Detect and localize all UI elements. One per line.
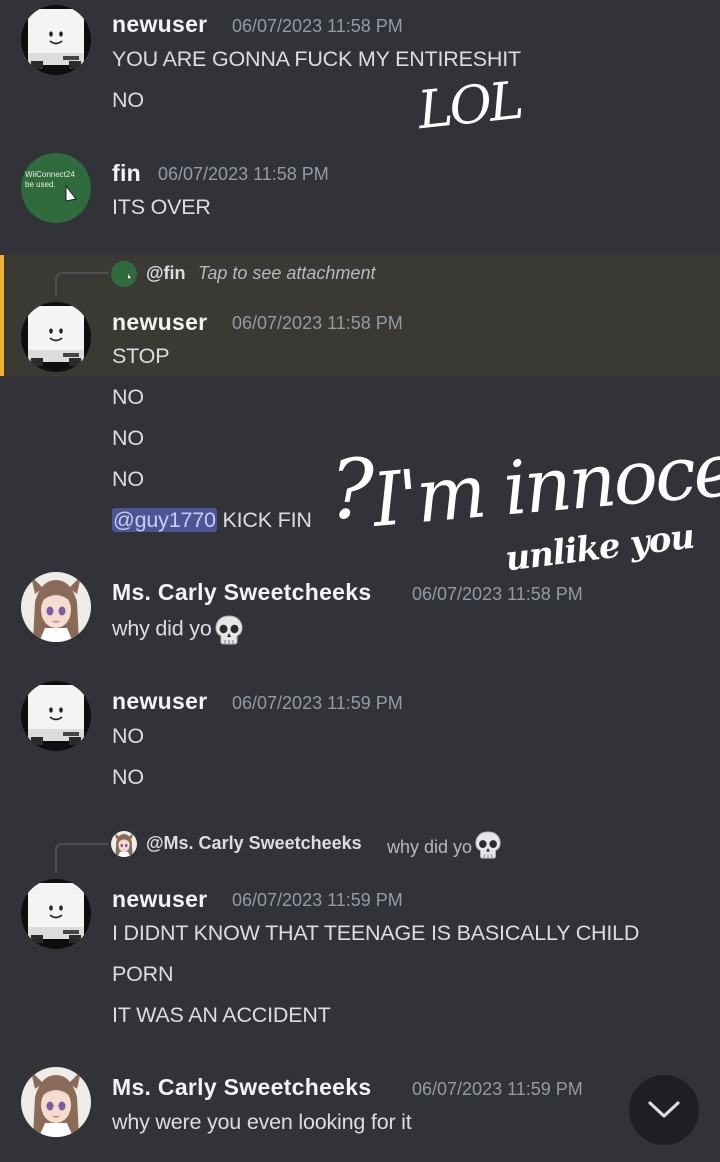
user-mention[interactable]: @guy1770 bbox=[112, 508, 217, 532]
author-name[interactable]: Ms. Carly Sweetcheeks bbox=[112, 1074, 371, 1101]
timestamp: 06/07/2023 11:58 PM bbox=[412, 584, 583, 604]
reply-author[interactable]: @fin bbox=[146, 263, 186, 284]
anime-girl-avatar-icon bbox=[21, 1067, 91, 1137]
message-text: STOP bbox=[112, 344, 170, 368]
author-name[interactable]: fin bbox=[112, 160, 141, 187]
message-text: I DIDNT KNOW THAT TEENAGE IS BASICALLY C… bbox=[112, 921, 640, 945]
handwritten-question-mark: ? bbox=[330, 443, 374, 538]
author-name[interactable]: newuser bbox=[112, 886, 207, 913]
avatar-caption: WiiConnect24 bbox=[25, 170, 75, 179]
reply-author[interactable]: @Ms. Carly Sweetcheeks bbox=[146, 833, 362, 854]
author-name[interactable]: newuser bbox=[112, 11, 207, 38]
message-text: NO bbox=[112, 426, 144, 450]
handwritten-lol: LOL bbox=[415, 70, 524, 142]
anime-girl-avatar-icon bbox=[111, 831, 137, 857]
avatar[interactable]: WiiConnect24 be used. bbox=[21, 153, 91, 223]
skull-emoji-icon bbox=[473, 830, 503, 860]
reply-attachment-link[interactable]: Tap to see attachment bbox=[198, 263, 375, 284]
message-text: PORN bbox=[112, 962, 174, 986]
timestamp: 06/07/2023 11:59 PM bbox=[412, 1079, 583, 1099]
roblox-noob-avatar-icon bbox=[21, 302, 91, 372]
author-name[interactable]: newuser bbox=[112, 688, 207, 715]
reply-connector bbox=[55, 272, 109, 296]
anime-girl-avatar-icon bbox=[21, 572, 91, 642]
skull-emoji-icon bbox=[213, 614, 245, 646]
reply-connector bbox=[55, 843, 109, 873]
avatar[interactable] bbox=[21, 1067, 91, 1137]
avatar[interactable] bbox=[21, 681, 91, 751]
roblox-noob-avatar-icon bbox=[21, 681, 91, 751]
timestamp: 06/07/2023 11:58 PM bbox=[158, 164, 329, 184]
reply-preview-text: why did yo bbox=[387, 836, 473, 857]
timestamp: 06/07/2023 11:59 PM bbox=[232, 693, 403, 713]
avatar[interactable] bbox=[21, 572, 91, 642]
message-text: IT WAS AN ACCIDENT bbox=[112, 1003, 331, 1027]
avatar[interactable] bbox=[21, 5, 91, 75]
message-text: why did yo bbox=[112, 614, 245, 646]
avatar-caption: be used. bbox=[25, 180, 56, 189]
message-text: NO bbox=[112, 724, 144, 748]
chevron-down-icon bbox=[648, 1101, 680, 1118]
message-text: why were you even looking for it bbox=[112, 1110, 412, 1134]
message-text-rest: KICK FIN bbox=[216, 508, 312, 532]
message-text-part: why did yo bbox=[112, 616, 212, 641]
message-text: ITS OVER bbox=[112, 195, 211, 219]
roblox-noob-avatar-icon bbox=[21, 879, 91, 949]
timestamp: 06/07/2023 11:58 PM bbox=[232, 16, 403, 36]
avatar[interactable] bbox=[21, 302, 91, 372]
reply-avatar[interactable] bbox=[111, 261, 137, 287]
message-text: @guy1770 KICK FIN bbox=[112, 508, 312, 533]
reply-avatar[interactable] bbox=[111, 831, 137, 857]
avatar[interactable] bbox=[21, 879, 91, 949]
roblox-noob-avatar-icon bbox=[21, 5, 91, 75]
message-text: NO bbox=[112, 765, 144, 789]
message-text: NO bbox=[112, 385, 144, 409]
message-text: NO bbox=[112, 467, 144, 491]
author-name[interactable]: newuser bbox=[112, 309, 207, 336]
jump-to-present-button[interactable] bbox=[629, 1075, 699, 1145]
message-text: YOU ARE GONNA FUCK MY ENTIRESHIT bbox=[112, 47, 521, 71]
timestamp: 06/07/2023 11:58 PM bbox=[232, 313, 403, 333]
mention-highlight-bar bbox=[0, 255, 4, 376]
timestamp: 06/07/2023 11:59 PM bbox=[232, 890, 403, 910]
wii-connect-avatar-icon bbox=[111, 261, 137, 287]
reply-preview[interactable]: why did yo bbox=[387, 836, 503, 860]
author-name[interactable]: Ms. Carly Sweetcheeks bbox=[112, 579, 371, 606]
message-text: NO bbox=[112, 88, 144, 112]
